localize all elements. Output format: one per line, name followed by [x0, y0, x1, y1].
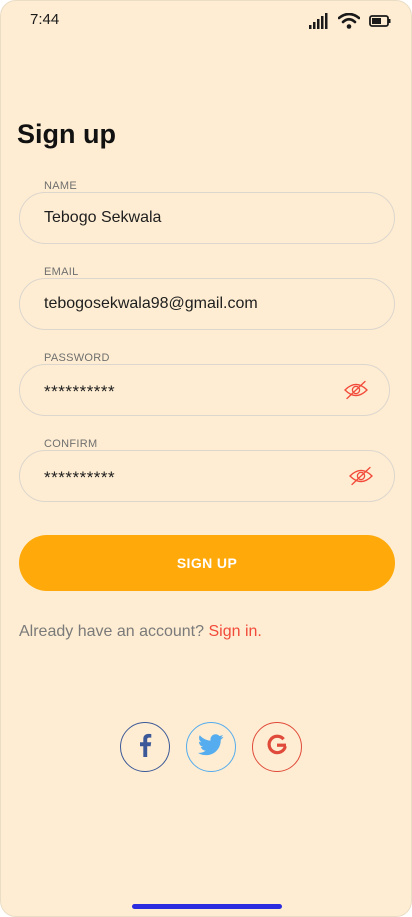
- sign-up-button[interactable]: SIGN UP: [19, 535, 395, 591]
- signal-icon: [309, 13, 329, 29]
- email-value: tebogosekwala98@gmail.com: [44, 295, 258, 312]
- google-button[interactable]: [252, 722, 302, 772]
- confirm-password-input[interactable]: **********: [19, 450, 395, 502]
- password-label: PASSWORD: [44, 352, 110, 364]
- password-value: **********: [44, 382, 116, 401]
- battery-icon: [369, 15, 391, 27]
- name-input[interactable]: Tebogo Sekwala: [19, 192, 395, 244]
- status-icons: [309, 13, 391, 29]
- wifi-icon: [338, 13, 360, 29]
- signin-link[interactable]: Sign in.: [208, 623, 261, 640]
- name-label: NAME: [44, 180, 77, 192]
- signin-prompt: Already have an account?: [19, 623, 205, 640]
- signin-prompt-row: Already have an account? Sign in.: [19, 623, 262, 641]
- email-input[interactable]: tebogosekwala98@gmail.com: [19, 278, 395, 330]
- phone-screen: 7:44 Sign up NAME Tebogo Sekwala EMAIL t…: [0, 0, 412, 917]
- page-title: Sign up: [17, 119, 116, 149]
- confirm-password-value: **********: [44, 468, 116, 487]
- eye-off-icon[interactable]: [343, 377, 369, 403]
- password-input[interactable]: **********: [19, 364, 390, 416]
- email-label: EMAIL: [44, 266, 79, 278]
- status-time: 7:44: [30, 11, 60, 28]
- facebook-button[interactable]: [120, 722, 170, 772]
- twitter-button[interactable]: [186, 722, 236, 772]
- eye-off-icon[interactable]: [348, 463, 374, 489]
- twitter-icon: [197, 733, 224, 761]
- home-indicator: [132, 904, 282, 909]
- facebook-icon: [138, 733, 152, 762]
- social-login-row: [120, 722, 302, 772]
- status-bar: 7:44: [1, 1, 411, 41]
- google-icon: [266, 734, 288, 761]
- name-value: Tebogo Sekwala: [44, 209, 162, 226]
